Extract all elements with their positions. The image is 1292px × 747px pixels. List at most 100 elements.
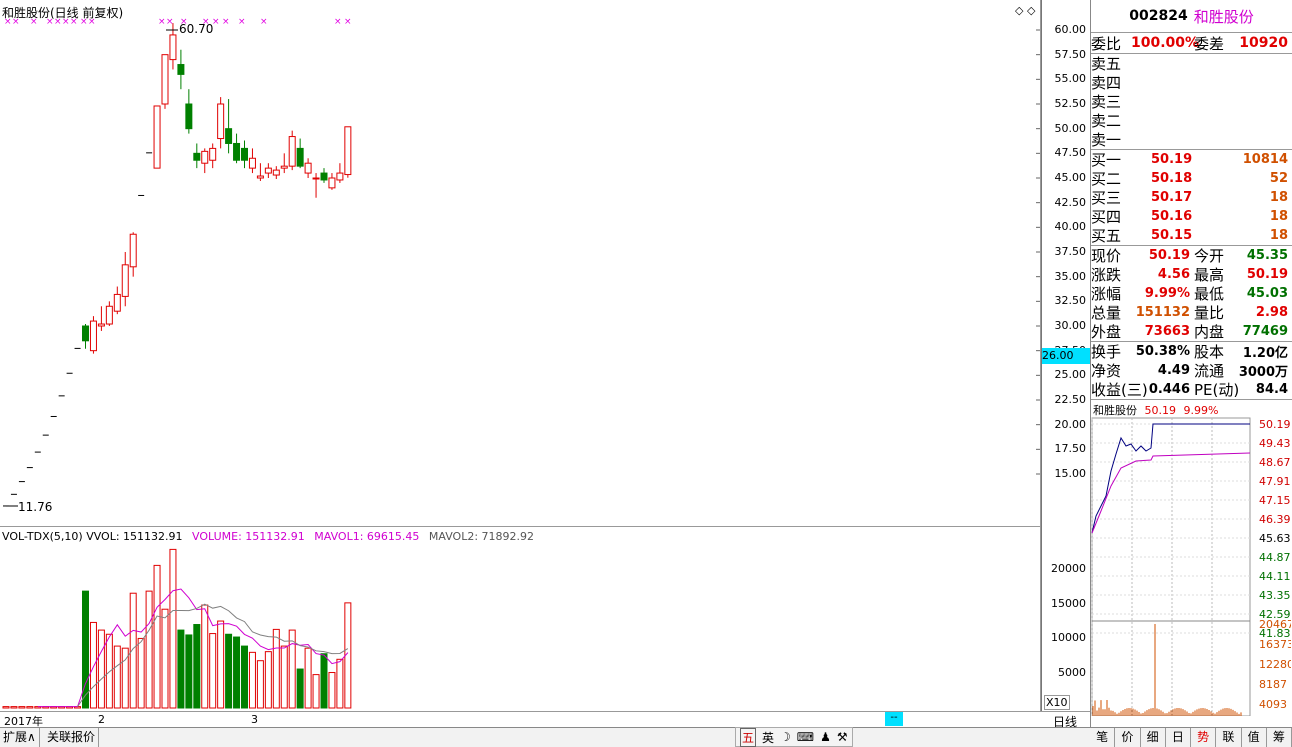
sell-row: 卖二 <box>1091 111 1292 130</box>
sell-row: 卖五 <box>1091 54 1292 73</box>
ime-item[interactable]: ♟ <box>820 730 831 744</box>
buy-level-label: 买四 <box>1091 208 1122 226</box>
quote-value: 50.19 <box>1148 248 1190 263</box>
price-tick: 45.00 <box>1054 171 1087 184</box>
quote-value: 4.56 <box>1157 267 1190 282</box>
mini-chart[interactable]: 和胜股份 50.19 9.99% 50.19 49.43 48.67 47.91 47.… <box>1091 400 1292 720</box>
weibi-value: 100.00% <box>1131 35 1200 51</box>
fund-row: 净资 4.49 流通 3000万 <box>1091 361 1292 380</box>
mini-price-tick: 49.43 <box>1259 437 1291 450</box>
right-tab-strip: 笔价细日势联值筹 <box>1090 727 1292 747</box>
marker-x: × <box>88 17 96 27</box>
weicha-label: 委差 <box>1194 34 1225 53</box>
quote-value-2: 45.35 <box>1246 248 1288 263</box>
mini-frame <box>1091 417 1251 716</box>
right-tab[interactable]: 日 <box>1166 728 1191 747</box>
price-tick: 30.00 <box>1054 319 1087 332</box>
vol-tick: 20000 <box>1051 561 1086 575</box>
mini-price-tick: 50.19 <box>1259 418 1291 431</box>
marker-x: × <box>12 17 20 27</box>
candle <box>336 163 344 183</box>
ime-item[interactable]: ☽ <box>780 730 791 744</box>
right-tab[interactable]: 笔 <box>1090 728 1116 747</box>
buy-row: 买一 50.19 10814 <box>1091 150 1292 169</box>
expand-tab[interactable]: 扩展∧ <box>0 728 40 747</box>
mini-price-tick: 47.91 <box>1259 475 1291 488</box>
quote-row: 涨跌 4.56 最高 50.19 <box>1091 265 1292 284</box>
mini-intraday-svg: 50.19 49.43 48.67 47.91 47.15 46.39 45.63 44.87… <box>1091 417 1291 716</box>
candle <box>280 153 288 174</box>
quote-value: 151132 <box>1135 305 1190 320</box>
volume-bar <box>153 564 161 709</box>
quote-label-2: 内盘 <box>1194 323 1225 341</box>
buy-volume: 10814 <box>1242 152 1288 167</box>
volume-bar <box>113 645 121 709</box>
price-tick: 32.50 <box>1054 294 1087 308</box>
marker-x: × <box>46 17 54 27</box>
quote-value: 9.99% <box>1144 286 1190 301</box>
marker-x: × <box>158 17 166 27</box>
volume-bar <box>193 624 201 709</box>
candle <box>320 168 328 183</box>
volume-bar <box>280 645 288 709</box>
buy-volume: 18 <box>1269 228 1288 243</box>
candle <box>105 301 113 326</box>
quote-row: 总量 151132 量比 2.98 <box>1091 303 1292 322</box>
volume-bar <box>304 647 312 709</box>
mini-price-tick: 46.39 <box>1259 513 1291 526</box>
buy-row: 买五 50.15 18 <box>1091 226 1292 245</box>
ime-item[interactable]: 英 <box>762 729 774 746</box>
quote-stats: 现价 50.19 今开 45.35 涨跌 4.56 最高 50.19 涨幅 9.99% 最低 45.0… <box>1091 246 1292 342</box>
kline-chart[interactable]: 和胜股份(日线 前复权) ◇ ◇ × × × × × × × × × × × × × × × × × × × 60.… <box>0 0 1041 527</box>
right-tab[interactable]: 势 <box>1191 728 1217 747</box>
vol-svg <box>2 548 352 709</box>
candle <box>201 148 209 174</box>
volume-bar <box>336 658 344 709</box>
mini-vol-tick: 4093 <box>1259 698 1287 711</box>
sell-level-label: 卖三 <box>1091 93 1122 111</box>
candle <box>288 130 296 171</box>
ime-item[interactable]: ⌨ <box>797 730 814 744</box>
buy-row: 买四 50.16 18 <box>1091 207 1292 226</box>
right-tab[interactable]: 联 <box>1216 728 1242 747</box>
mini-vol-tick: 8187 <box>1259 678 1287 691</box>
marker-x: × <box>334 17 342 27</box>
volume-bar <box>161 608 169 709</box>
quote-label: 现价 <box>1091 247 1122 265</box>
ime-item[interactable]: 五 <box>740 727 757 747</box>
candle <box>272 166 280 179</box>
volume-bar <box>89 621 97 709</box>
buy-level-label: 买二 <box>1091 170 1122 188</box>
quote-label: 外盘 <box>1091 323 1122 341</box>
right-tab[interactable]: 价 <box>1115 728 1141 747</box>
quote-value-2: 45.03 <box>1246 286 1288 301</box>
weibi-row: 委比 100.00% 委差 10920 <box>1091 33 1292 54</box>
fund-value: 0.446 <box>1148 382 1190 397</box>
fund-value-2: 1.20亿 <box>1242 346 1288 361</box>
marker-x: × <box>54 17 62 27</box>
right-tab[interactable]: 细 <box>1141 728 1166 747</box>
fund-value: 50.38% <box>1135 344 1190 359</box>
right-tab[interactable]: 值 <box>1242 728 1267 747</box>
ime-toolbar: 五英 ☽ ⌨ ♟ ⚒ <box>735 727 853 747</box>
volume-bar <box>10 706 18 709</box>
sell-level-label: 卖一 <box>1091 131 1122 149</box>
marker-x: × <box>70 17 78 27</box>
right-tab[interactable]: 筹 <box>1267 728 1292 747</box>
volume-bar <box>320 653 328 709</box>
fund-row: 收益(三) 0.446 PE(动) 84.4 <box>1091 380 1292 399</box>
quote-label-2: 最高 <box>1194 266 1225 284</box>
ime-item[interactable]: ⚒ <box>837 730 848 744</box>
buy-volume: 18 <box>1269 190 1288 205</box>
buy-level-label: 买五 <box>1091 227 1122 245</box>
quote-row: 现价 50.19 今开 45.35 <box>1091 246 1292 265</box>
quote-row: 外盘 73663 内盘 77469 <box>1091 322 1292 341</box>
candle <box>89 316 97 354</box>
related-quote-tab[interactable]: 关联报价 <box>44 728 100 747</box>
volume-bar <box>328 672 336 709</box>
price-tick: 57.50 <box>1054 47 1087 61</box>
price-tick: 52.50 <box>1054 97 1087 110</box>
volume-chart[interactable]: VOL-TDX(5,10) VVOL: 151132.91 VOLUME: 15… <box>0 527 1041 711</box>
high-price-marker: 60.70 <box>179 22 214 36</box>
sell-row: 卖三 <box>1091 92 1292 111</box>
